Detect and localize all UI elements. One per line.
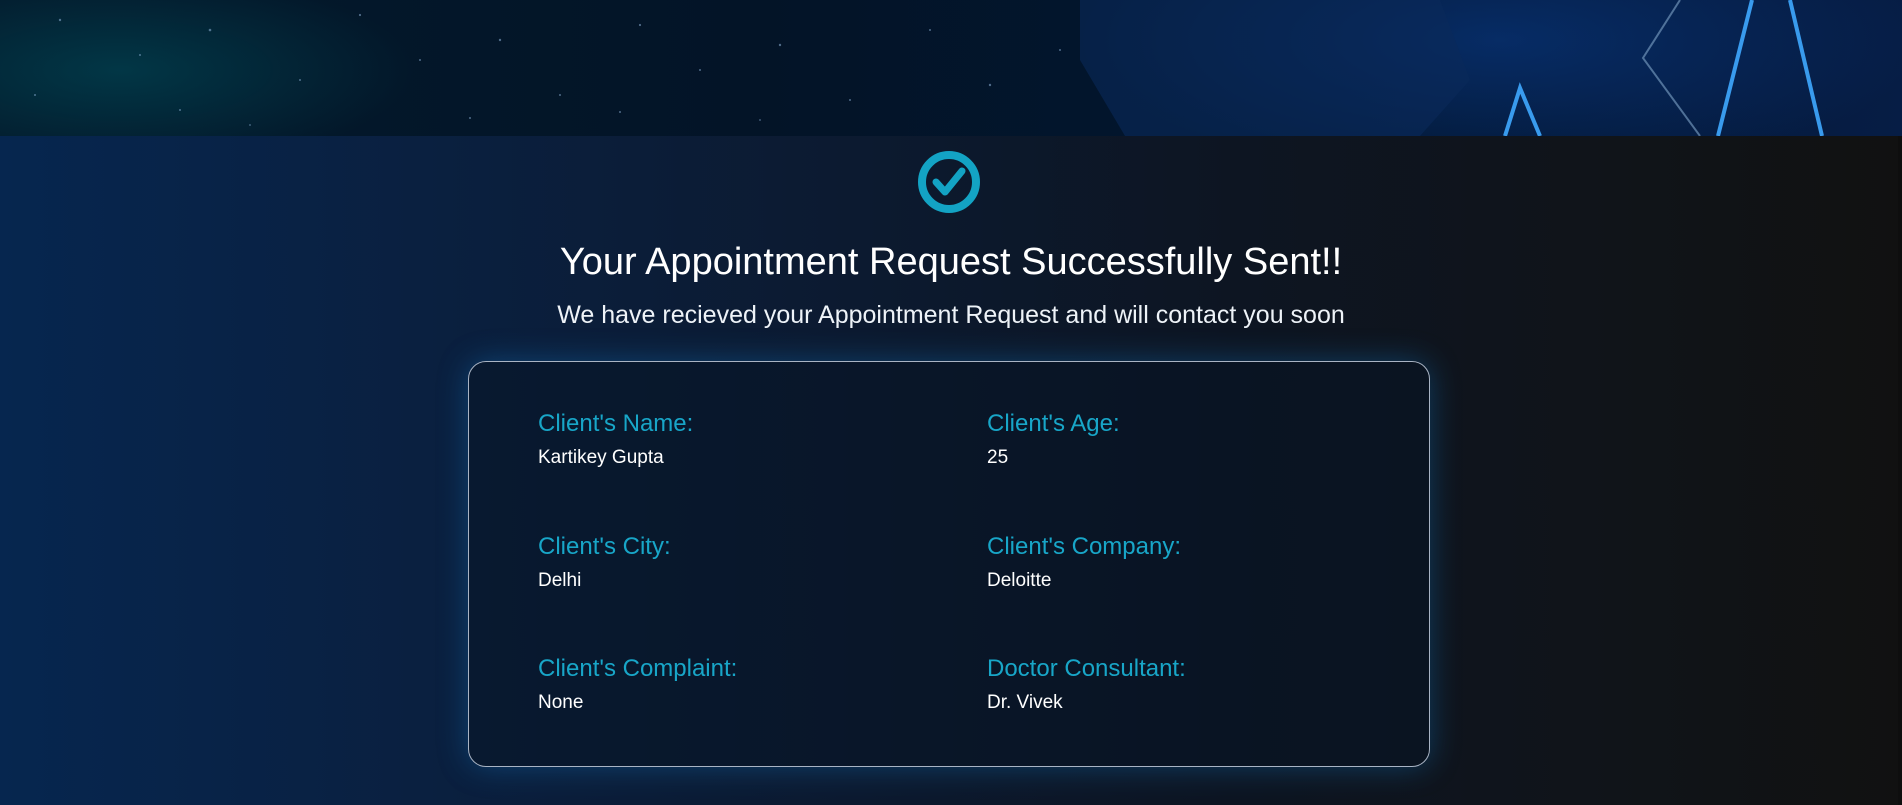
doctor-consultant-value: Dr. Vivek	[987, 692, 1063, 713]
page-subtitle: We have recieved your Appointment Reques…	[557, 301, 1345, 329]
client-city-label: Client's City:	[538, 533, 671, 560]
appointment-confirmation-page: Your Appointment Request Successfully Se…	[0, 0, 1902, 805]
check-circle-icon	[918, 151, 980, 213]
client-complaint-field: Client's Complaint: None	[538, 654, 737, 716]
banner-decoration	[34, 0, 1824, 136]
client-complaint-label: Client's Complaint:	[538, 655, 738, 682]
client-name-field: Client's Name: Kartikey Gupta	[538, 409, 693, 471]
client-company-value: Deloitte	[987, 570, 1052, 591]
client-age-label: Client's Age:	[987, 410, 1120, 437]
client-city-field: Client's City: Delhi	[538, 532, 671, 594]
appointment-details-card: Client's Name: Kartikey Gupta Client's A…	[468, 361, 1430, 767]
client-name-value: Kartikey Gupta	[538, 447, 664, 468]
page-title: Your Appointment Request Successfully Se…	[559, 241, 1343, 283]
doctor-consultant-label: Doctor Consultant:	[987, 655, 1186, 682]
client-age-value: 25	[987, 447, 1009, 468]
client-name-label: Client's Name:	[538, 410, 694, 437]
client-company-field: Client's Company: Deloitte	[987, 532, 1181, 594]
client-company-label: Client's Company:	[987, 533, 1181, 560]
client-age-field: Client's Age: 25	[987, 409, 1120, 471]
client-complaint-value: None	[538, 692, 584, 713]
client-city-value: Delhi	[538, 570, 582, 591]
doctor-consultant-field: Doctor Consultant: Dr. Vivek	[987, 654, 1186, 716]
header-banner	[0, 0, 1902, 136]
